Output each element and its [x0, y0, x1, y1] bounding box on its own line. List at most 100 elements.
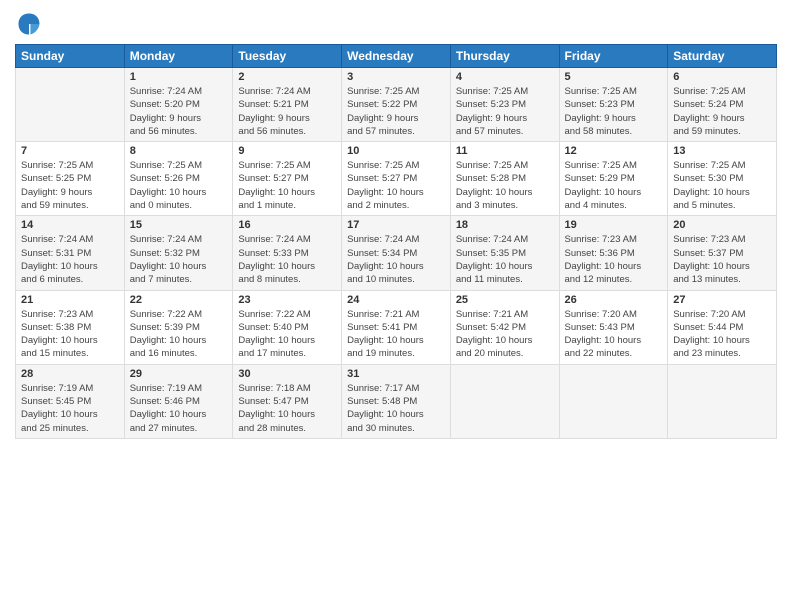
day-number: 31	[347, 368, 445, 380]
day-info: Sunrise: 7:25 AM Sunset: 5:23 PM Dayligh…	[565, 85, 663, 138]
column-header-monday: Monday	[124, 45, 233, 68]
day-info: Sunrise: 7:18 AM Sunset: 5:47 PM Dayligh…	[238, 382, 336, 435]
logo	[15, 10, 47, 38]
day-info: Sunrise: 7:22 AM Sunset: 5:39 PM Dayligh…	[130, 308, 228, 361]
calendar-cell: 30 Sunrise: 7:18 AM Sunset: 5:47 PM Dayli…	[233, 364, 342, 438]
day-number: 8	[130, 145, 228, 157]
day-number: 22	[130, 294, 228, 306]
day-number: 21	[21, 294, 119, 306]
calendar-cell: 18 Sunrise: 7:24 AM Sunset: 5:35 PM Dayli…	[450, 216, 559, 290]
calendar-cell: 20 Sunrise: 7:23 AM Sunset: 5:37 PM Dayli…	[668, 216, 777, 290]
calendar-cell	[16, 68, 125, 142]
calendar-cell: 12Sunrise: 7:25 AM Sunset: 5:29 PM Dayli…	[559, 142, 668, 216]
day-number: 17	[347, 219, 445, 231]
day-number: 30	[238, 368, 336, 380]
calendar-cell: 16 Sunrise: 7:24 AM Sunset: 5:33 PM Dayli…	[233, 216, 342, 290]
calendar-cell: 24 Sunrise: 7:21 AM Sunset: 5:41 PM Dayli…	[342, 290, 451, 364]
day-info: Sunrise: 7:21 AM Sunset: 5:42 PM Dayligh…	[456, 308, 554, 361]
day-number: 13	[673, 145, 771, 157]
page-header	[15, 10, 777, 38]
column-header-tuesday: Tuesday	[233, 45, 342, 68]
calendar-cell: 10Sunrise: 7:25 AM Sunset: 5:27 PM Dayli…	[342, 142, 451, 216]
day-number: 12	[565, 145, 663, 157]
day-info: Sunrise: 7:25 AM Sunset: 5:25 PM Dayligh…	[21, 159, 119, 212]
week-row: 28Sunrise: 7:19 AM Sunset: 5:45 PM Dayli…	[16, 364, 777, 438]
column-header-wednesday: Wednesday	[342, 45, 451, 68]
day-info: Sunrise: 7:25 AM Sunset: 5:27 PM Dayligh…	[238, 159, 336, 212]
calendar-cell: 26Sunrise: 7:20 AM Sunset: 5:43 PM Dayli…	[559, 290, 668, 364]
day-number: 15	[130, 219, 228, 231]
day-info: Sunrise: 7:24 AM Sunset: 5:20 PM Dayligh…	[130, 85, 228, 138]
day-number: 14	[21, 219, 119, 231]
calendar-cell: 2 Sunrise: 7:24 AM Sunset: 5:21 PM Daylig…	[233, 68, 342, 142]
day-number: 16	[238, 219, 336, 231]
calendar-cell: 21 Sunrise: 7:23 AM Sunset: 5:38 PM Dayli…	[16, 290, 125, 364]
day-number: 1	[130, 71, 228, 83]
day-number: 19	[565, 219, 663, 231]
calendar-cell: 1 Sunrise: 7:24 AM Sunset: 5:20 PM Daylig…	[124, 68, 233, 142]
day-info: Sunrise: 7:24 AM Sunset: 5:21 PM Dayligh…	[238, 85, 336, 138]
calendar-cell: 23 Sunrise: 7:22 AM Sunset: 5:40 PM Dayli…	[233, 290, 342, 364]
week-row: 7 Sunrise: 7:25 AM Sunset: 5:25 PM Daylig…	[16, 142, 777, 216]
calendar-cell: 31 Sunrise: 7:17 AM Sunset: 5:48 PM Dayli…	[342, 364, 451, 438]
calendar-cell	[450, 364, 559, 438]
calendar-cell: 15 Sunrise: 7:24 AM Sunset: 5:32 PM Dayli…	[124, 216, 233, 290]
calendar-cell: 22 Sunrise: 7:22 AM Sunset: 5:39 PM Dayli…	[124, 290, 233, 364]
day-info: Sunrise: 7:23 AM Sunset: 5:38 PM Dayligh…	[21, 308, 119, 361]
day-number: 2	[238, 71, 336, 83]
day-info: Sunrise: 7:22 AM Sunset: 5:40 PM Dayligh…	[238, 308, 336, 361]
day-info: Sunrise: 7:20 AM Sunset: 5:44 PM Dayligh…	[673, 308, 771, 361]
calendar-cell	[559, 364, 668, 438]
logo-icon	[15, 10, 43, 38]
calendar-cell: 27Sunrise: 7:20 AM Sunset: 5:44 PM Dayli…	[668, 290, 777, 364]
header-row: SundayMondayTuesdayWednesdayThursdayFrid…	[16, 45, 777, 68]
calendar-cell	[668, 364, 777, 438]
calendar-cell: 4Sunrise: 7:25 AM Sunset: 5:23 PM Daylig…	[450, 68, 559, 142]
calendar-cell: 29 Sunrise: 7:19 AM Sunset: 5:46 PM Dayli…	[124, 364, 233, 438]
week-row: 1 Sunrise: 7:24 AM Sunset: 5:20 PM Daylig…	[16, 68, 777, 142]
week-row: 21 Sunrise: 7:23 AM Sunset: 5:38 PM Dayli…	[16, 290, 777, 364]
day-number: 7	[21, 145, 119, 157]
calendar-cell: 28Sunrise: 7:19 AM Sunset: 5:45 PM Dayli…	[16, 364, 125, 438]
column-header-sunday: Sunday	[16, 45, 125, 68]
calendar-cell: 8 Sunrise: 7:25 AM Sunset: 5:26 PM Daylig…	[124, 142, 233, 216]
day-info: Sunrise: 7:25 AM Sunset: 5:26 PM Dayligh…	[130, 159, 228, 212]
day-info: Sunrise: 7:25 AM Sunset: 5:28 PM Dayligh…	[456, 159, 554, 212]
week-row: 14 Sunrise: 7:24 AM Sunset: 5:31 PM Dayli…	[16, 216, 777, 290]
day-info: Sunrise: 7:25 AM Sunset: 5:22 PM Dayligh…	[347, 85, 445, 138]
day-number: 11	[456, 145, 554, 157]
day-number: 25	[456, 294, 554, 306]
calendar-cell: 3 Sunrise: 7:25 AM Sunset: 5:22 PM Daylig…	[342, 68, 451, 142]
column-header-saturday: Saturday	[668, 45, 777, 68]
day-info: Sunrise: 7:24 AM Sunset: 5:31 PM Dayligh…	[21, 233, 119, 286]
day-info: Sunrise: 7:25 AM Sunset: 5:30 PM Dayligh…	[673, 159, 771, 212]
day-number: 23	[238, 294, 336, 306]
day-number: 20	[673, 219, 771, 231]
column-header-thursday: Thursday	[450, 45, 559, 68]
day-info: Sunrise: 7:20 AM Sunset: 5:43 PM Dayligh…	[565, 308, 663, 361]
day-number: 9	[238, 145, 336, 157]
day-number: 24	[347, 294, 445, 306]
day-info: Sunrise: 7:23 AM Sunset: 5:36 PM Dayligh…	[565, 233, 663, 286]
calendar-cell: 25 Sunrise: 7:21 AM Sunset: 5:42 PM Dayli…	[450, 290, 559, 364]
day-info: Sunrise: 7:23 AM Sunset: 5:37 PM Dayligh…	[673, 233, 771, 286]
day-info: Sunrise: 7:19 AM Sunset: 5:45 PM Dayligh…	[21, 382, 119, 435]
day-info: Sunrise: 7:21 AM Sunset: 5:41 PM Dayligh…	[347, 308, 445, 361]
day-info: Sunrise: 7:24 AM Sunset: 5:34 PM Dayligh…	[347, 233, 445, 286]
day-info: Sunrise: 7:25 AM Sunset: 5:24 PM Dayligh…	[673, 85, 771, 138]
calendar-cell: 13 Sunrise: 7:25 AM Sunset: 5:30 PM Dayli…	[668, 142, 777, 216]
day-info: Sunrise: 7:17 AM Sunset: 5:48 PM Dayligh…	[347, 382, 445, 435]
day-number: 6	[673, 71, 771, 83]
day-number: 29	[130, 368, 228, 380]
day-number: 5	[565, 71, 663, 83]
day-info: Sunrise: 7:25 AM Sunset: 5:27 PM Dayligh…	[347, 159, 445, 212]
day-number: 3	[347, 71, 445, 83]
day-number: 18	[456, 219, 554, 231]
day-info: Sunrise: 7:24 AM Sunset: 5:33 PM Dayligh…	[238, 233, 336, 286]
day-info: Sunrise: 7:24 AM Sunset: 5:35 PM Dayligh…	[456, 233, 554, 286]
calendar-cell: 6 Sunrise: 7:25 AM Sunset: 5:24 PM Daylig…	[668, 68, 777, 142]
day-info: Sunrise: 7:19 AM Sunset: 5:46 PM Dayligh…	[130, 382, 228, 435]
calendar-cell: 11 Sunrise: 7:25 AM Sunset: 5:28 PM Dayli…	[450, 142, 559, 216]
calendar-cell: 7 Sunrise: 7:25 AM Sunset: 5:25 PM Daylig…	[16, 142, 125, 216]
day-info: Sunrise: 7:24 AM Sunset: 5:32 PM Dayligh…	[130, 233, 228, 286]
